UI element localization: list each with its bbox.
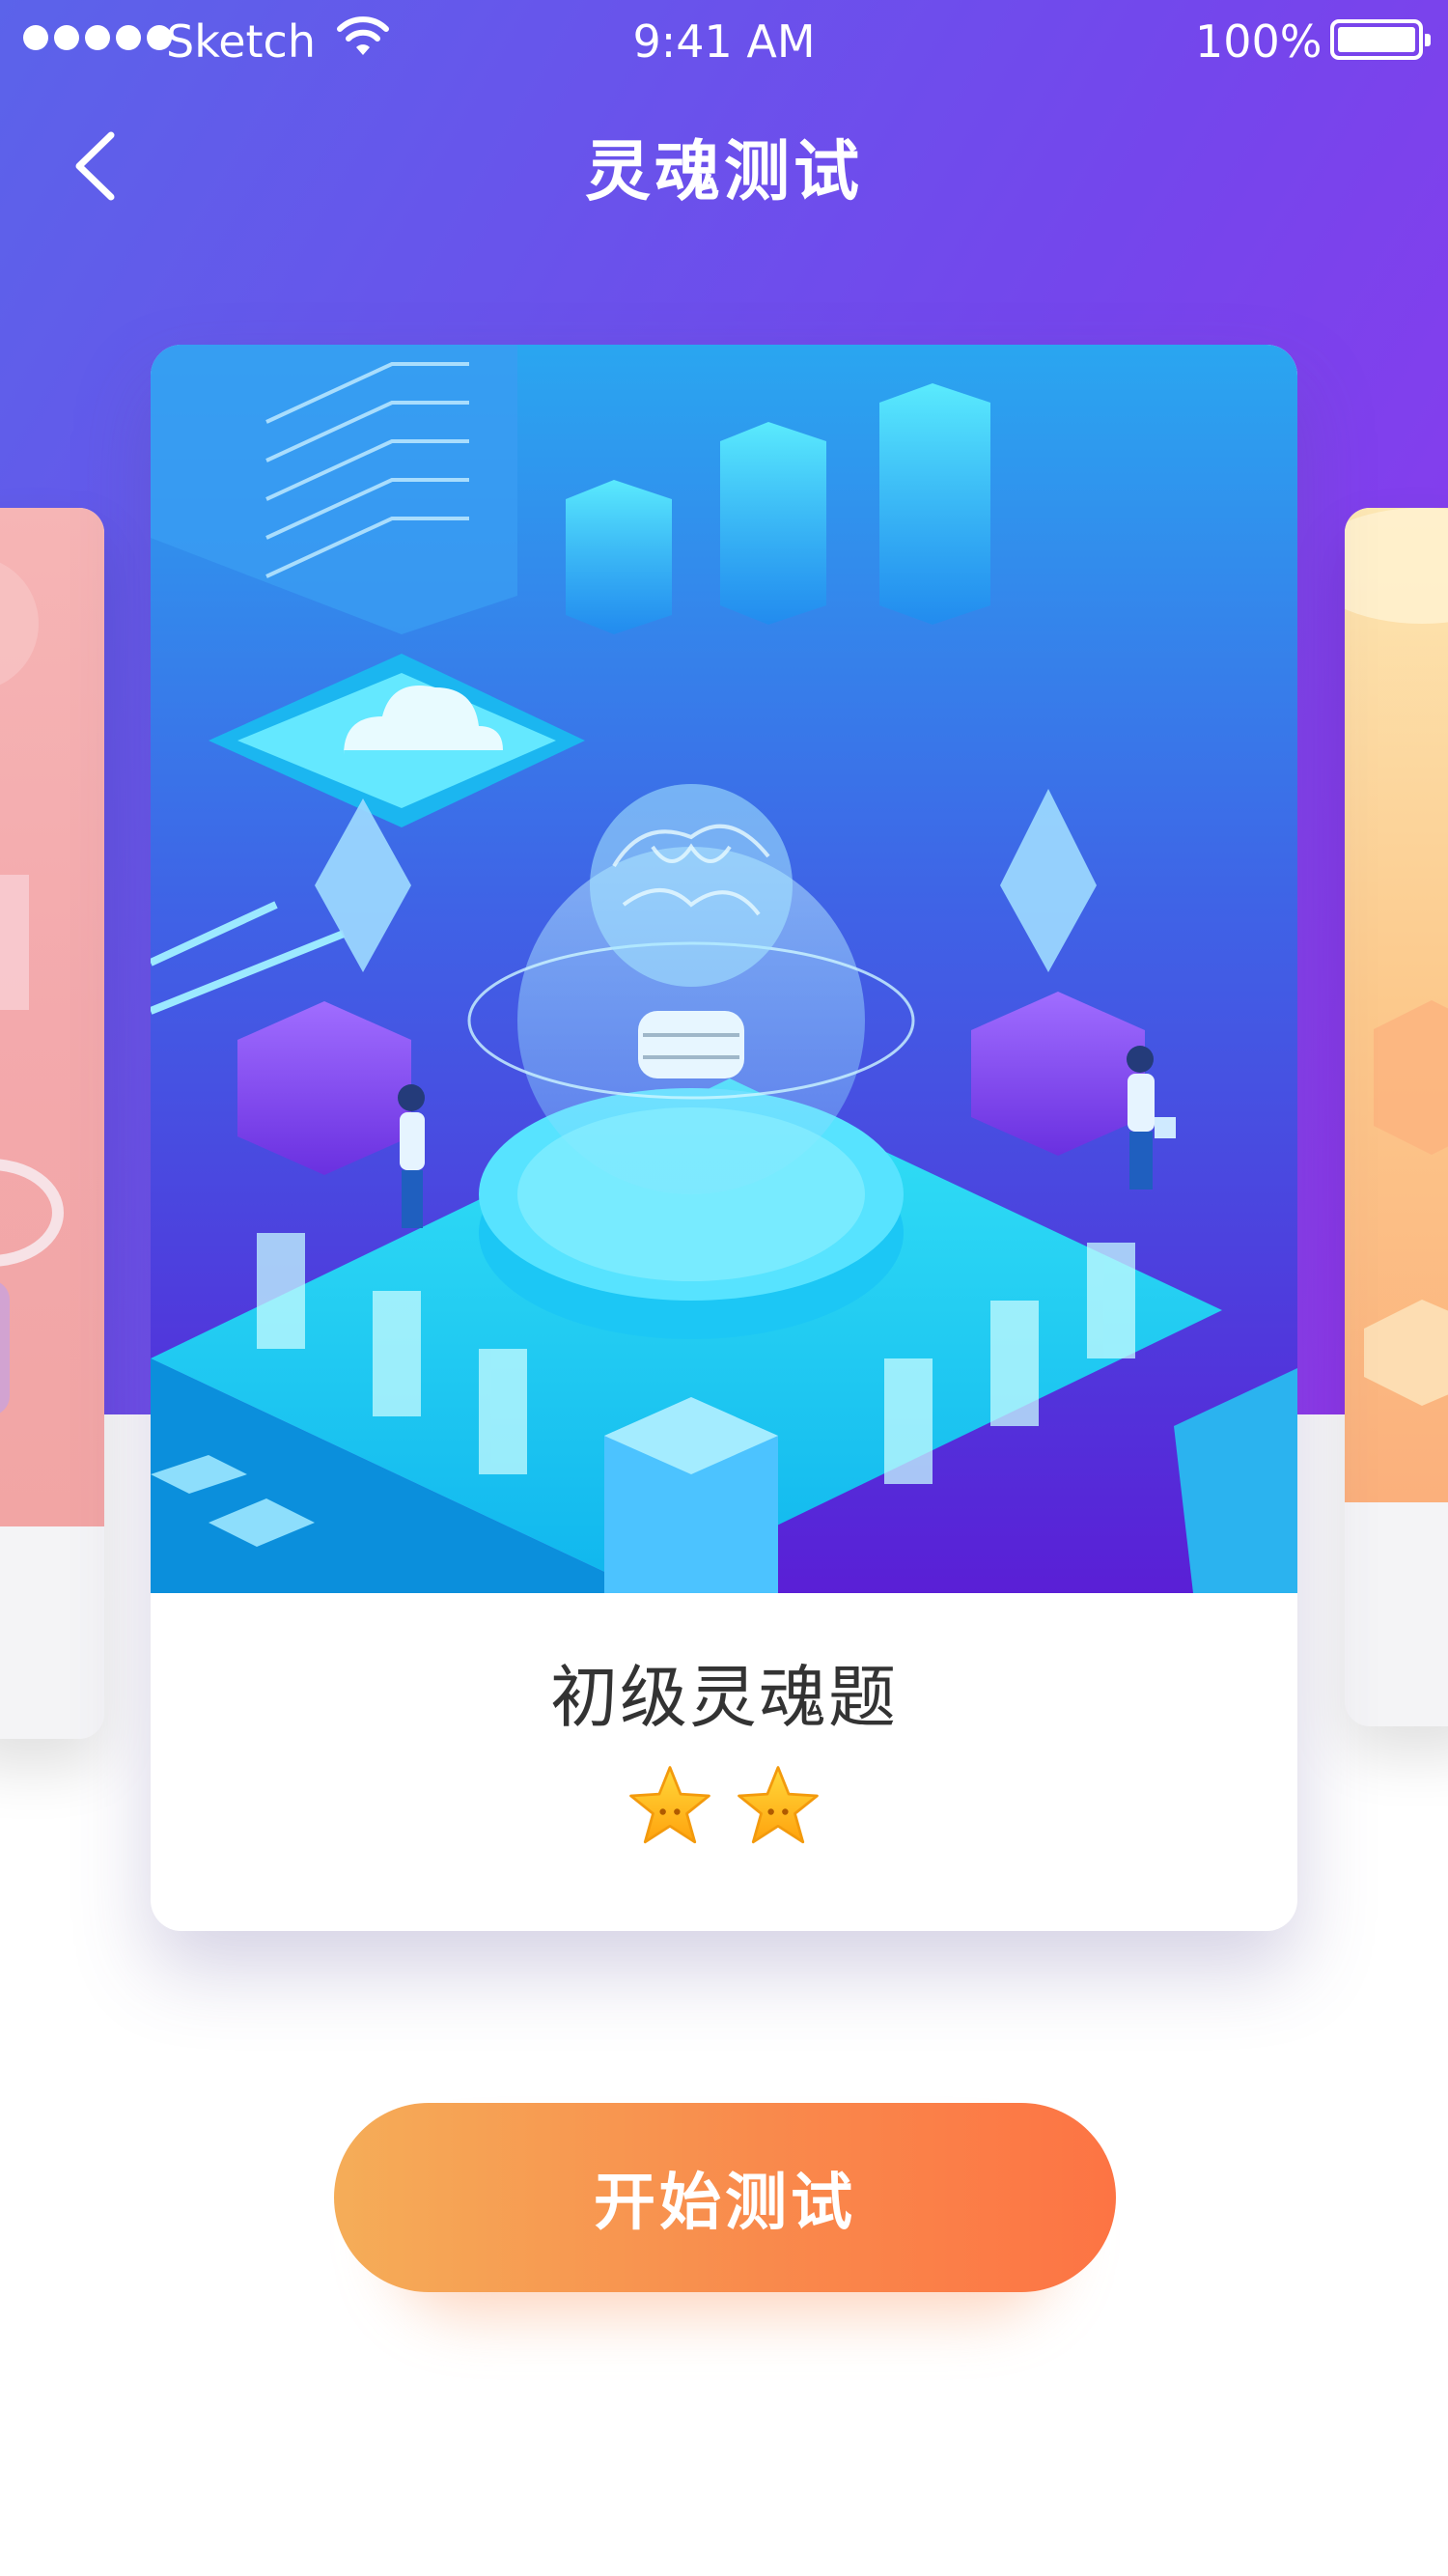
star-icon [629,1766,710,1844]
carousel-card-prev[interactable] [0,508,104,1739]
start-test-button[interactable]: 开始测试 [334,2103,1116,2292]
status-bar: Sketch 9:41 AM 100% [0,0,1448,87]
battery-icon [1330,19,1431,60]
prev-card-illustration [0,508,104,1526]
difficulty-rating [151,1762,1297,1851]
start-button-wrap: 开始测试 [334,2103,1116,2315]
star-icon [738,1766,819,1844]
page-title: 灵魂测试 [584,134,863,210]
carousel-card-next[interactable] [1345,508,1448,1726]
isometric-brain-bulb-illustration [151,345,1297,1593]
carousel-card-current[interactable]: 初级灵魂题 [151,345,1297,1931]
next-card-illustration [1345,508,1448,1502]
card-title: 初级灵魂题 [550,1658,898,1737]
battery-percentage: 100% [1195,15,1323,68]
